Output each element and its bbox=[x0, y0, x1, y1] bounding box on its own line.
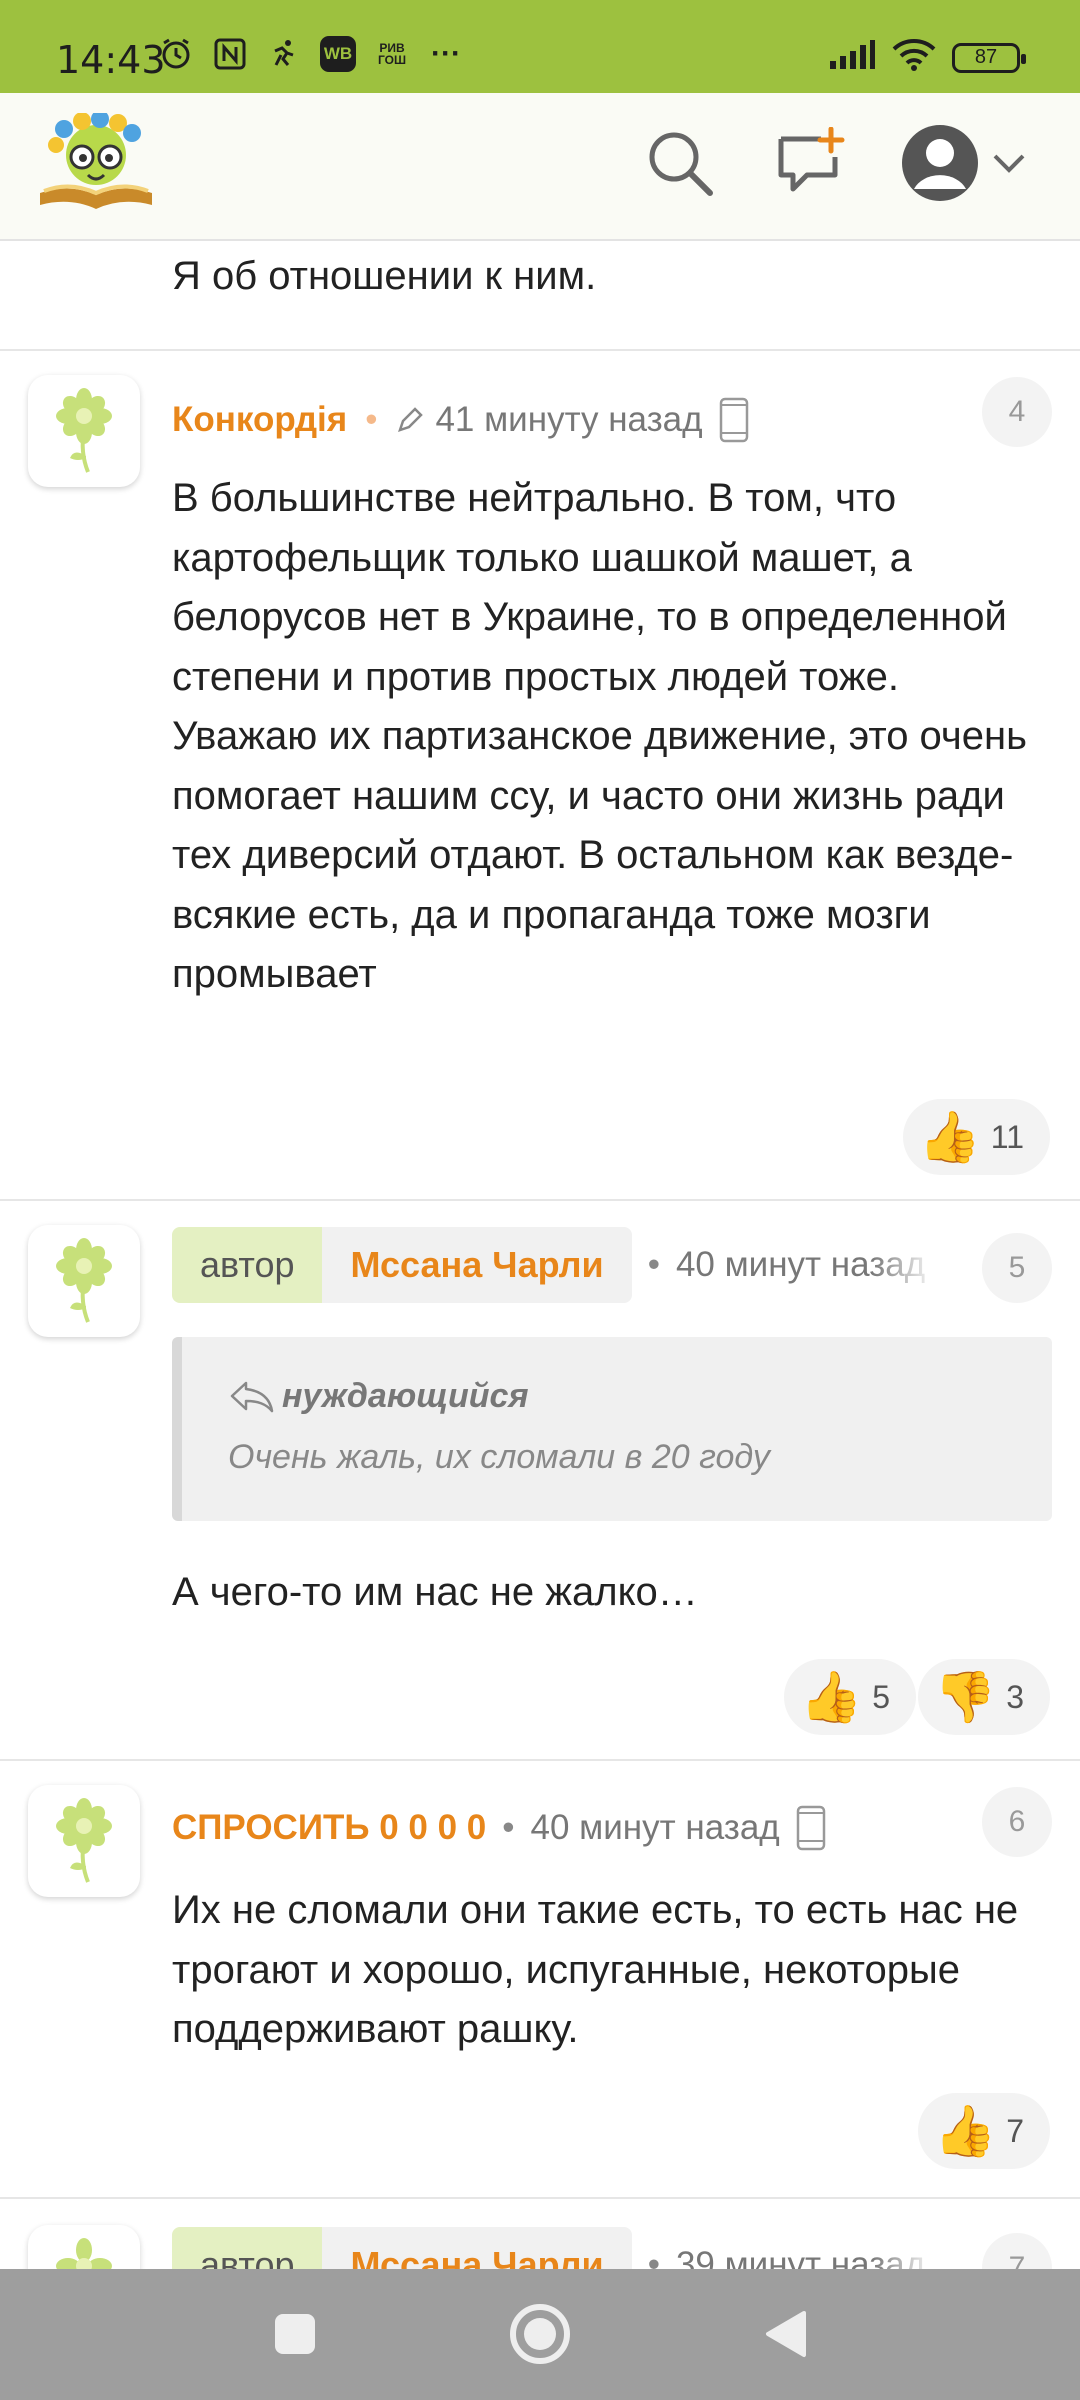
quote-author: нуждающийся bbox=[282, 1377, 529, 1415]
square-icon bbox=[275, 2314, 315, 2354]
flower-avatar-icon bbox=[56, 1798, 112, 1883]
like-count: 5 bbox=[872, 1678, 891, 1715]
comment-text-prev: Я об отношении к ним. bbox=[172, 254, 597, 298]
search-icon bbox=[649, 132, 713, 196]
comment-text: Их не сломали они такие есть, то есть на… bbox=[172, 1888, 1019, 2051]
dislike-button[interactable]: 👎 3 bbox=[917, 1659, 1050, 1735]
divider bbox=[0, 349, 1080, 351]
new-message-button[interactable] bbox=[772, 123, 852, 203]
back-button[interactable] bbox=[750, 2299, 820, 2369]
comment-time: 41 минуту назад bbox=[435, 400, 703, 439]
avatar[interactable] bbox=[28, 2225, 140, 2269]
signal-icon bbox=[828, 39, 876, 76]
dislike-count: 3 bbox=[1006, 1678, 1024, 1715]
comment-meta: Конкордія • 41 минуту назад bbox=[172, 391, 751, 449]
reply-arrow-icon bbox=[230, 1381, 274, 1412]
like-count: 7 bbox=[1006, 2112, 1024, 2149]
author-role: автор bbox=[172, 1227, 323, 1303]
back-triangle-icon bbox=[766, 2311, 806, 2357]
comment-author[interactable]: Конкордія bbox=[172, 400, 347, 440]
comment-number[interactable]: 6 bbox=[982, 1787, 1052, 1857]
avatar[interactable] bbox=[28, 1785, 140, 1897]
more-notifications-icon: ··· bbox=[431, 37, 461, 70]
mobile-device-icon bbox=[796, 1805, 825, 1851]
author-badge[interactable]: автор Мссана Чарли bbox=[172, 1227, 632, 1303]
comment-author: Мссана Чарли bbox=[322, 1227, 632, 1303]
comment-meta: автор Мссана Чарли • 40 минут назад bbox=[172, 1227, 936, 1303]
wifi-icon bbox=[892, 38, 936, 77]
divider bbox=[0, 1759, 1080, 1761]
flower-avatar-icon bbox=[56, 388, 112, 473]
search-button[interactable] bbox=[640, 123, 720, 203]
comment-time: 40 минут назад bbox=[675, 1245, 926, 1284]
home-circle-icon bbox=[510, 2304, 570, 2364]
divider bbox=[0, 2197, 1080, 2199]
comment-text: А чего-то им нас не жалко… bbox=[172, 1570, 698, 1614]
add-comment-icon bbox=[778, 127, 845, 192]
site-logo[interactable] bbox=[34, 110, 158, 213]
flower-avatar-icon bbox=[56, 1238, 112, 1323]
home-button[interactable] bbox=[505, 2299, 575, 2369]
comment-number[interactable]: 4 bbox=[982, 377, 1052, 447]
status-system-icons: 87 bbox=[828, 38, 1026, 77]
thumbs-up-icon: 👍 bbox=[933, 2103, 997, 2159]
wb-app-icon: WB bbox=[320, 36, 356, 72]
like-button[interactable]: 👍 7 bbox=[917, 2093, 1050, 2169]
author-badge[interactable]: автор Мссана Чарли bbox=[172, 2227, 632, 2269]
online-dot: • bbox=[365, 400, 378, 439]
author-role: автор bbox=[172, 2227, 323, 2269]
running-icon bbox=[266, 36, 302, 72]
thumbs-up-icon: 👍 bbox=[800, 1669, 863, 1725]
comment-meta: СПРОСИТЬ 0 0 0 0 • 40 минут назад bbox=[172, 1799, 828, 1857]
quoted-comment[interactable]: нуждающийся Очень жаль, их сломали в 20 … bbox=[172, 1337, 1052, 1521]
avatar[interactable] bbox=[28, 375, 140, 487]
recents-button[interactable] bbox=[260, 2299, 330, 2369]
flower-avatar-icon bbox=[56, 2238, 112, 2269]
avatar[interactable] bbox=[28, 1225, 140, 1337]
comment-author: Мссана Чарли bbox=[322, 2227, 632, 2269]
quote-header: нуждающийся bbox=[228, 1377, 1006, 1416]
avatar-icon bbox=[902, 125, 978, 201]
status-notification-icons: WB РИВ ГОШ ··· bbox=[158, 36, 464, 72]
comment-number[interactable]: 5 bbox=[982, 1233, 1052, 1303]
separator-dot: • bbox=[647, 1245, 660, 1284]
system-nav-bar bbox=[0, 2269, 1080, 2400]
comment-meta: автор Мссана Чарли • 39 минут назад bbox=[172, 2227, 936, 2269]
comment-author[interactable]: СПРОСИТЬ 0 0 0 0 bbox=[172, 1808, 486, 1848]
thumbs-down-icon: 👎 bbox=[933, 1669, 997, 1725]
separator-dot: • bbox=[502, 1808, 515, 1847]
profile-menu-button[interactable] bbox=[900, 123, 1034, 203]
quote-text: Очень жаль, их сломали в 20 году bbox=[228, 1438, 770, 1476]
like-button[interactable]: 👍 5 bbox=[784, 1659, 917, 1735]
like-button[interactable]: 👍 11 bbox=[902, 1099, 1050, 1175]
thumbs-up-icon: 👍 bbox=[918, 1109, 981, 1165]
edit-pencil-icon bbox=[398, 407, 424, 432]
battery-icon: 87 bbox=[952, 42, 1026, 73]
rivgosh-app-icon: РИВ ГОШ bbox=[377, 41, 407, 67]
comments-list: Я об отношении к ним. Конкордія • 41 мин… bbox=[0, 241, 1080, 2269]
status-time: 14:43 bbox=[56, 38, 166, 82]
app-header bbox=[0, 93, 1080, 241]
status-bar: 14:43 WB РИВ ГОШ ··· 87 bbox=[0, 0, 1080, 93]
nfc-icon bbox=[212, 36, 248, 72]
divider bbox=[0, 1199, 1080, 1201]
separator-dot: • bbox=[647, 2245, 660, 2269]
comment-time: 39 минут назад bbox=[675, 2245, 926, 2269]
alarm-icon bbox=[158, 36, 194, 72]
chevron-down-icon bbox=[993, 154, 1025, 173]
comment-time: 40 минут назад bbox=[530, 1808, 780, 1847]
like-count: 11 bbox=[990, 1118, 1024, 1155]
comment-number[interactable]: 7 bbox=[982, 2233, 1052, 2269]
mobile-device-icon bbox=[719, 397, 748, 443]
comment-text: В большинстве нейтрально. В том, что кар… bbox=[172, 476, 1027, 996]
